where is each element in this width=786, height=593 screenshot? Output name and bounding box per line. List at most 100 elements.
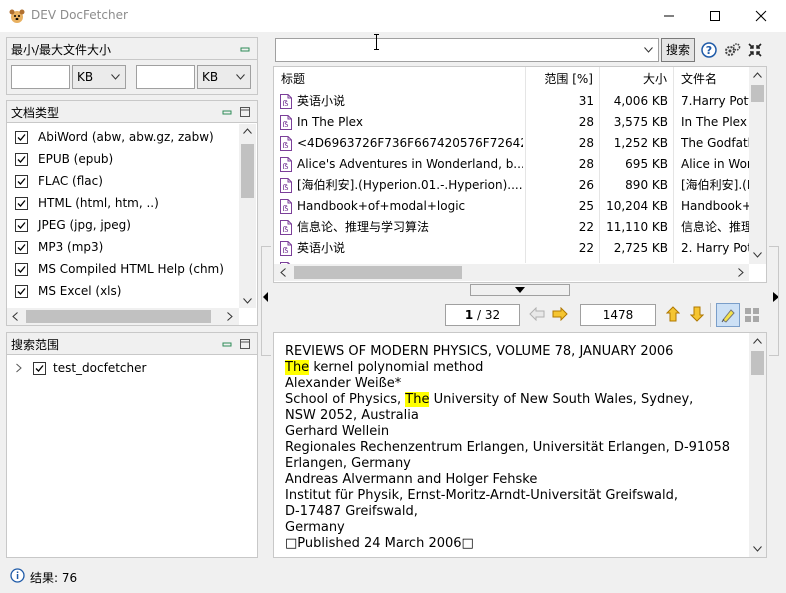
checkmark-icon [35, 364, 44, 372]
scroll-up-icon[interactable] [753, 72, 762, 78]
min-size-input[interactable] [11, 65, 70, 89]
preview-line: Germany [285, 520, 345, 536]
column-header-size[interactable]: 大小 [600, 67, 674, 91]
scroll-left-icon[interactable] [280, 268, 286, 277]
max-unit-select[interactable]: KB [197, 65, 251, 89]
results-hscrollbar[interactable] [274, 264, 749, 281]
doctype-checkbox[interactable] [15, 196, 28, 210]
table-row[interactable]: ẞ [海伯利安].(Hyperion.01.-.Hyperion).... 26 89… [274, 175, 749, 196]
compact-view-icon[interactable] [747, 42, 763, 58]
cell-size: 10,204 KB [606, 199, 668, 213]
doctype-vscroll-thumb[interactable] [241, 144, 254, 198]
preview-toolbar: 1 / 32 1478 [273, 300, 767, 330]
doctype-item[interactable]: AbiWord (abw, abw.gz, zabw) [15, 126, 214, 148]
maximize-button[interactable] [692, 0, 738, 32]
maximize-panel-icon[interactable] [239, 106, 251, 118]
preview-line: The kernel polynomial method [285, 360, 483, 376]
highlight-toggle-button[interactable] [716, 303, 740, 327]
doctype-item[interactable]: HTML (html, htm, ..) [15, 192, 159, 214]
doctype-vscrollbar[interactable] [239, 124, 256, 308]
search-scope-title: 搜索范围 [11, 338, 60, 352]
preview-text: NSW 2052, Australia [285, 408, 419, 423]
doctype-checkbox[interactable] [15, 284, 28, 298]
html-view-icon[interactable] [744, 307, 760, 323]
scope-checkbox[interactable] [33, 361, 46, 375]
minimize-panel-icon[interactable] [239, 43, 251, 55]
table-row[interactable]: ẞ 信息论、推理与学习算法 22 11,110 KB 信息论、推理 [274, 217, 749, 238]
results-hscroll-thumb[interactable] [294, 266, 462, 279]
gears-icon[interactable] [724, 42, 741, 58]
doctype-item[interactable]: JPEG (jpg, jpeg) [15, 214, 131, 236]
info-icon [10, 568, 25, 583]
right-sash[interactable] [769, 246, 779, 356]
chevron-right-icon[interactable] [15, 363, 23, 373]
cell-filename: 2. Harry Pot [681, 241, 749, 255]
preview-vscrollbar[interactable] [749, 333, 766, 557]
scope-tree-item[interactable]: test_docfetcher [15, 357, 146, 379]
doctype-item[interactable]: FLAC (flac) [15, 170, 103, 192]
doctype-item[interactable]: MS Excel (xls) [15, 280, 121, 302]
prev-occurrence-icon[interactable] [666, 306, 680, 322]
page-indicator[interactable]: 1 / 32 [445, 304, 520, 326]
prev-page-icon[interactable] [529, 307, 545, 321]
table-row[interactable]: ẞ 英语小说 31 4,006 KB 7.Harry Pott [274, 91, 749, 112]
doctype-item[interactable]: MS Compiled HTML Help (chm) [15, 258, 224, 280]
doctype-checkbox[interactable] [15, 130, 28, 144]
table-row[interactable]: ẞ <4D6963726F736F667420576F72642... 28 1,25… [274, 133, 749, 154]
minimize-panel-icon[interactable] [221, 106, 233, 118]
doctype-item[interactable]: MP3 (mp3) [15, 236, 103, 258]
doctype-checkbox[interactable] [15, 262, 28, 276]
scroll-down-icon[interactable] [243, 298, 252, 304]
next-occurrence-icon[interactable] [690, 306, 704, 322]
min-unit-value: KB [77, 70, 94, 84]
table-row[interactable]: ẞ Handbook+of+modal+logic 25 10,204 KB Handb… [274, 196, 749, 217]
left-sash[interactable] [261, 246, 271, 356]
chevron-down-icon [111, 74, 120, 80]
doctype-checkbox[interactable] [15, 152, 28, 166]
doctype-checkbox[interactable] [15, 240, 28, 254]
doctype-checkbox[interactable] [15, 218, 28, 232]
doctype-hscroll-thumb[interactable] [26, 310, 211, 323]
scroll-down-icon[interactable] [753, 546, 762, 552]
column-header-filename[interactable]: 文件名 [674, 67, 749, 91]
splitter-toggle[interactable] [470, 284, 570, 296]
results-vscroll-thumb[interactable] [751, 85, 764, 102]
preview-line: □Published 24 March 2006□ [285, 536, 474, 552]
doctype-hscrollbar[interactable] [7, 308, 239, 325]
column-header-score[interactable]: 范围 [%] [526, 67, 600, 91]
minimize-button[interactable] [646, 0, 692, 32]
doctype-checkbox[interactable] [15, 174, 28, 188]
close-button[interactable] [738, 0, 784, 32]
scroll-right-icon[interactable] [738, 268, 744, 277]
scroll-right-icon[interactable] [227, 312, 233, 321]
scroll-down-icon[interactable] [753, 252, 762, 258]
preview-text: REVIEWS OF MODERN PHYSICS, VOLUME 78, JA… [285, 344, 674, 359]
column-header-title[interactable]: 标题 [274, 67, 526, 91]
preview-vscroll-thumb[interactable] [751, 351, 764, 375]
results-vscrollbar[interactable] [749, 67, 766, 264]
scope-item-label: test_docfetcher [53, 361, 147, 375]
min-unit-select[interactable]: KB [72, 65, 126, 89]
doctype-panel: 文档类型 AbiWord (abw, abw.gz, zabw) EPUB (ep… [6, 100, 258, 326]
svg-text:ẞ: ẞ [282, 204, 288, 213]
search-input[interactable] [275, 38, 659, 62]
search-button[interactable]: 搜索 [661, 38, 695, 62]
scroll-up-icon[interactable] [753, 338, 762, 344]
cell-score: 25 [578, 199, 594, 213]
doctype-item[interactable]: EPUB (epub) [15, 148, 113, 170]
minimize-panel-icon[interactable] [221, 338, 233, 350]
chevron-down-icon[interactable] [644, 47, 653, 53]
preview-text: School of Physics, [285, 392, 406, 407]
help-icon[interactable]: ? [701, 42, 717, 58]
scroll-up-icon[interactable] [243, 128, 252, 134]
checkmark-icon [17, 265, 26, 273]
next-page-icon[interactable] [552, 307, 568, 321]
table-row[interactable]: ẞ In The Plex 28 3,575 KB In The Plex [274, 112, 749, 133]
document-icon: ẞ [280, 157, 292, 172]
max-size-input[interactable] [136, 65, 195, 89]
table-row[interactable]: ẞ Alice's Adventures in Wonderland, b... 2… [274, 154, 749, 175]
maximize-panel-icon[interactable] [239, 338, 251, 350]
scroll-left-icon[interactable] [12, 312, 18, 321]
table-row[interactable]: ẞ 英语小说 22 2,725 KB 2. Harry Pot [274, 238, 749, 259]
cell-title: In The Plex [297, 115, 363, 129]
